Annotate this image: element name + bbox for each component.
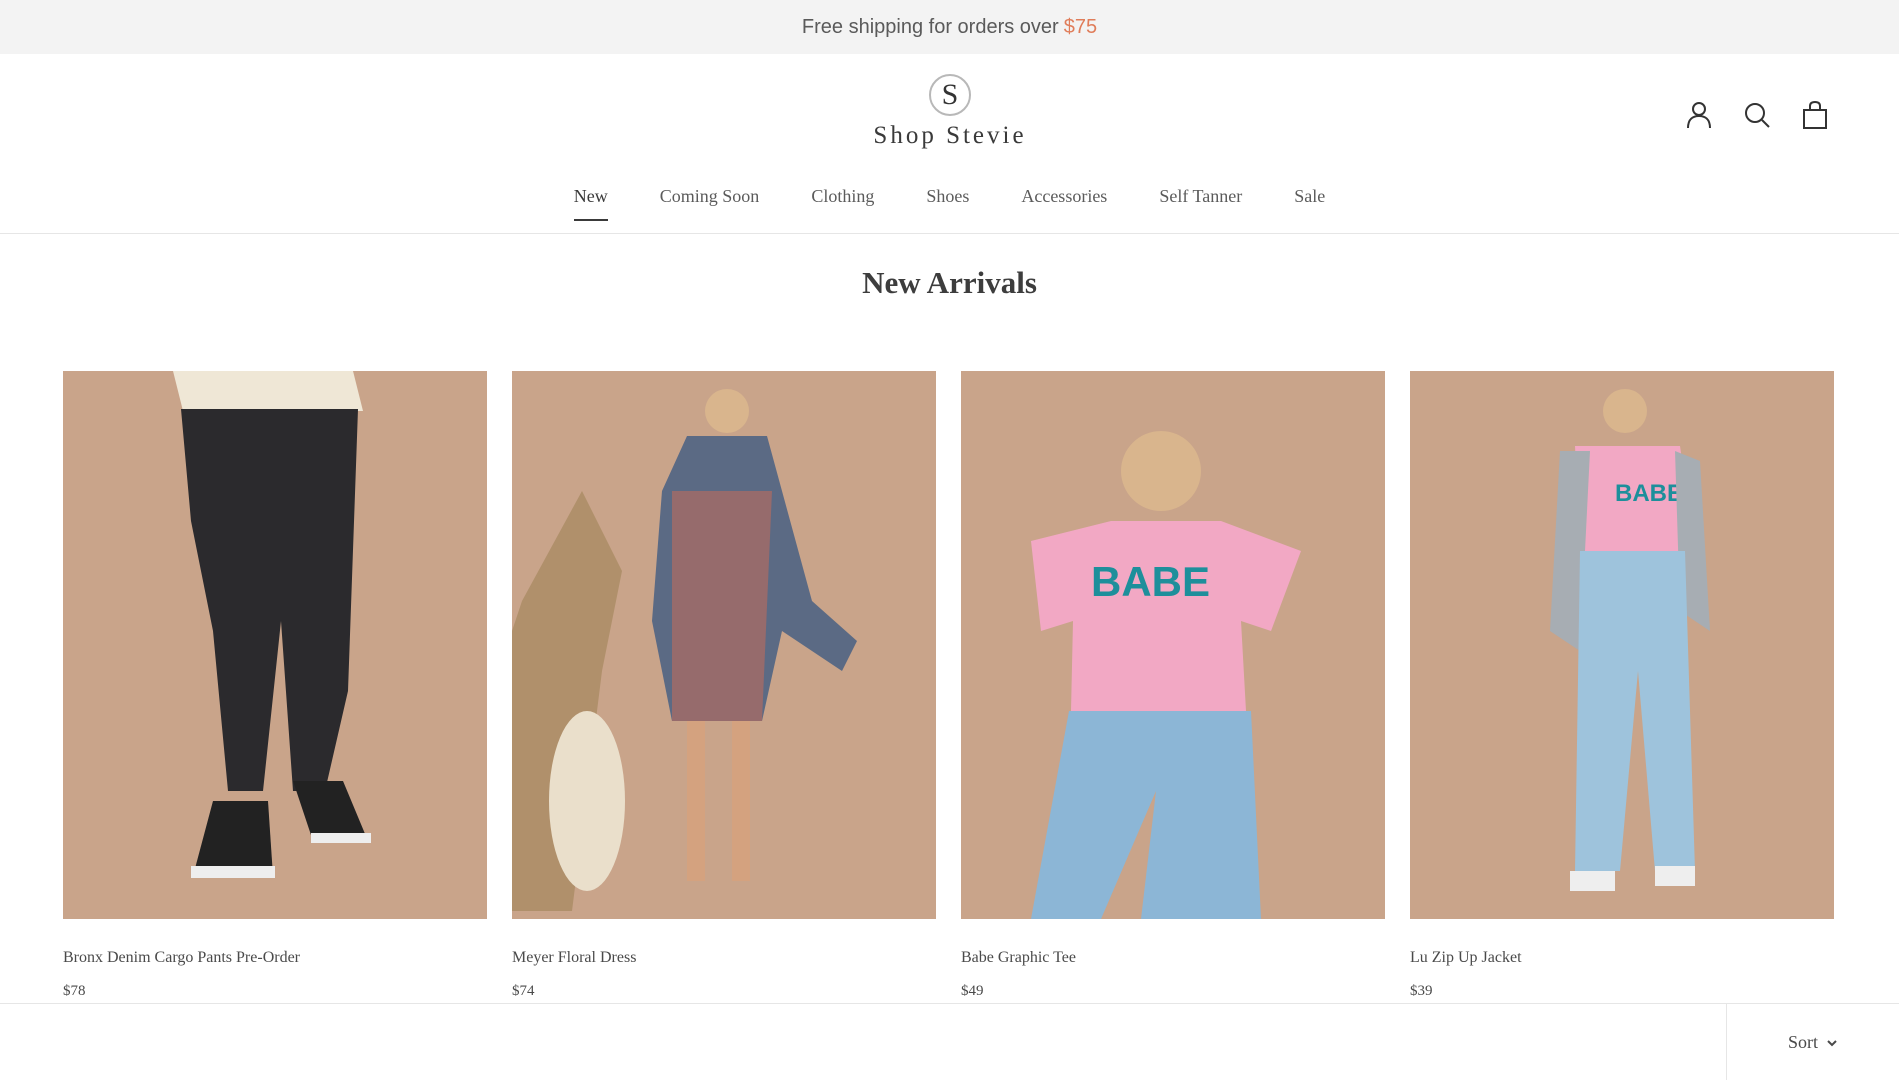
cart-icon[interactable]: [1799, 98, 1831, 132]
account-icon[interactable]: [1683, 98, 1715, 132]
site-header: S Shop Stevie New Coming Soon Clothing S…: [0, 54, 1899, 234]
nav-item-sale[interactable]: Sale: [1294, 184, 1325, 221]
product-name[interactable]: Lu Zip Up Jacket: [1410, 949, 1834, 967]
logo-wordmark: Shop Stevie: [873, 122, 1027, 149]
sort-button[interactable]: Sort: [1726, 1004, 1899, 1080]
product-grid: Bronx Denim Cargo Pants Pre-Order $78 Me…: [63, 371, 1837, 1000]
sort-label: Sort: [1787, 1032, 1818, 1052]
nav-item-shoes[interactable]: Shoes: [926, 184, 969, 221]
product-name[interactable]: Bronx Denim Cargo Pants Pre-Order: [63, 949, 487, 967]
nav-item-coming-soon[interactable]: Coming Soon: [660, 184, 760, 221]
product-name[interactable]: Babe Graphic Tee: [961, 949, 1385, 967]
chevron-down-icon: [1827, 1039, 1837, 1046]
announcement-bar: Free shipping for orders over $75: [0, 0, 1899, 54]
product-price: $74: [512, 983, 535, 999]
announcement-text: Free shipping for orders over: [801, 15, 1059, 38]
product-card: Meyer Floral Dress $74: [512, 371, 936, 1000]
product-image[interactable]: BABE: [961, 371, 1385, 919]
header-icons: [1683, 98, 1831, 132]
product-image[interactable]: BABE: [1410, 371, 1834, 919]
product-graphic-text: BABE: [1615, 480, 1683, 507]
nav-item-clothing[interactable]: Clothing: [811, 184, 874, 221]
nav-item-self-tanner[interactable]: Self Tanner: [1159, 184, 1242, 221]
product-name[interactable]: Meyer Floral Dress: [512, 949, 936, 967]
announcement-amount: $75: [1063, 15, 1098, 38]
search-icon[interactable]: [1741, 98, 1773, 132]
product-image[interactable]: [512, 371, 936, 919]
collection-toolbar: Sort: [0, 1003, 1899, 1080]
page-title: New Arrivals: [862, 265, 1037, 300]
product-image[interactable]: [63, 371, 487, 919]
nav-item-accessories[interactable]: Accessories: [1021, 184, 1107, 221]
product-graphic-text: BABE: [1091, 558, 1210, 605]
product-price: $49: [961, 983, 984, 999]
logo[interactable]: S Shop Stevie: [848, 74, 1052, 150]
logo-monogram: S: [929, 74, 971, 116]
product-price: $78: [63, 983, 86, 999]
product-card: BABE Lu Zip Up Jacket $39: [1410, 371, 1834, 1000]
product-card: Bronx Denim Cargo Pants Pre-Order $78: [63, 371, 487, 1000]
main-nav: New Coming Soon Clothing Shoes Accessori…: [0, 184, 1899, 221]
nav-item-new[interactable]: New: [573, 184, 608, 221]
product-price: $39: [1410, 983, 1433, 999]
product-card: BABE Babe Graphic Tee $49: [961, 371, 1385, 1000]
